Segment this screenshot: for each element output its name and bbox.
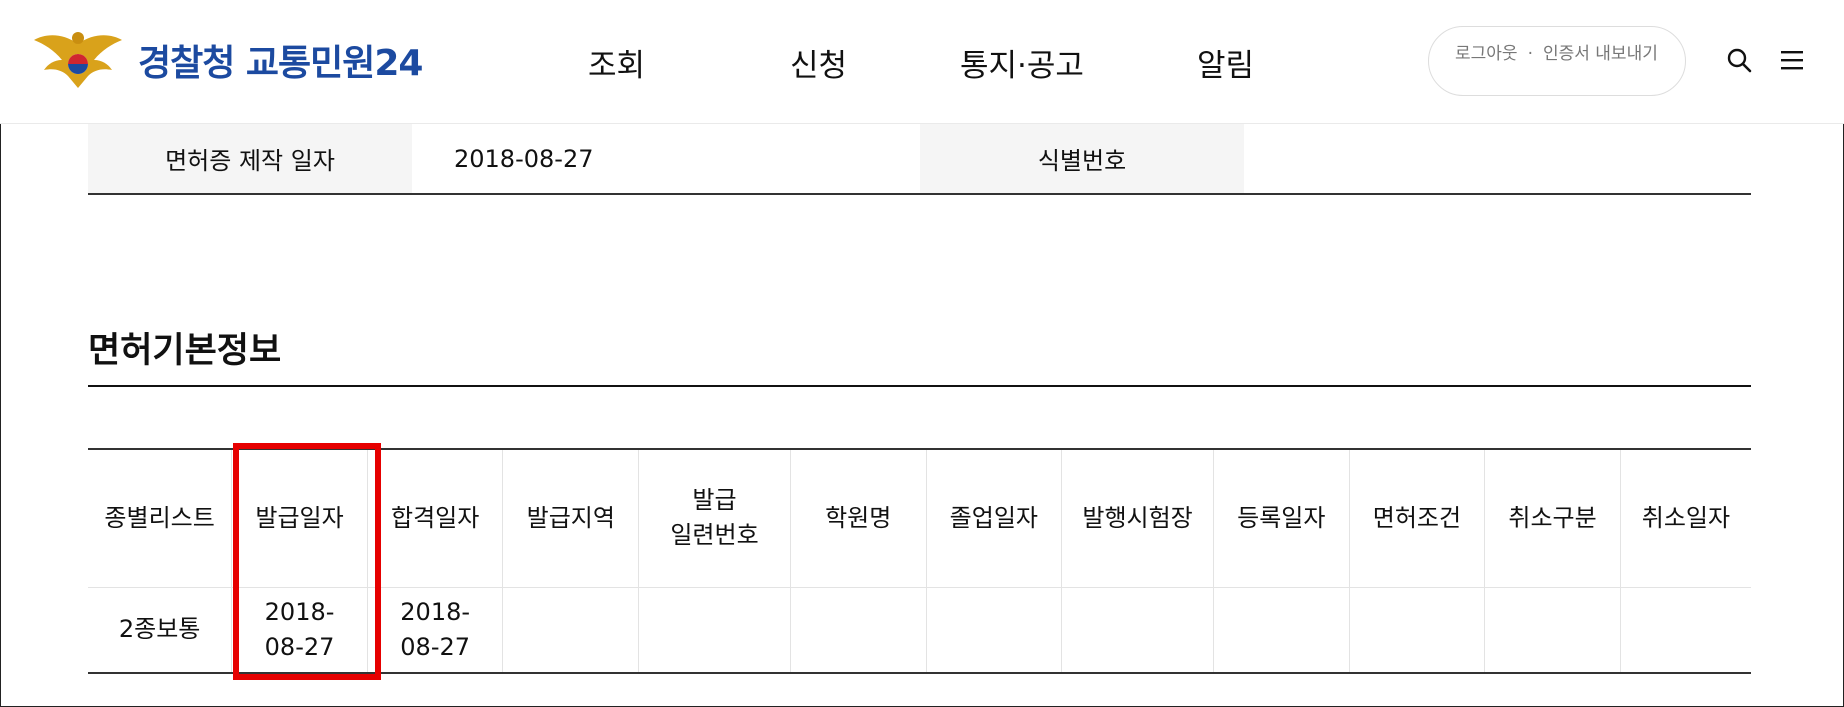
nav-notice[interactable]: 통지·공고: [960, 40, 1084, 85]
made-date-value: 2018-08-27: [454, 144, 594, 173]
col-header-cancel-type: 취소구분: [1484, 449, 1621, 587]
site-header: 경찰청 교통민원24 조회 신청 통지·공고 알림 로그아웃 · 인증서 내보내기: [0, 0, 1844, 124]
cell-pass-date: 2018- 08-27: [366, 587, 503, 673]
col-header-issue-region: 발급지역: [502, 449, 639, 587]
made-date-label: 면허증 제작 일자: [88, 124, 412, 193]
logout-link[interactable]: 로그아웃: [1455, 44, 1518, 64]
cell-cancel-date: [1619, 587, 1751, 673]
cell-issue-serial: [638, 587, 791, 673]
col-header-test-center: 발행시험장: [1061, 449, 1214, 587]
section-divider: [88, 385, 1751, 387]
auth-box: 로그아웃 · 인증서 내보내기: [1428, 26, 1686, 96]
cert-export-link[interactable]: 인증서 내보내기: [1543, 44, 1658, 64]
cell-school-name: [789, 587, 927, 673]
logo-text: 경찰청 교통민원24: [138, 43, 423, 84]
cell-issue-region: [502, 587, 639, 673]
cell-cancel-type: [1484, 587, 1621, 673]
col-header-school-name: 학원명: [789, 449, 927, 587]
col-header-cancel-date: 취소일자: [1619, 449, 1751, 587]
col-header-license-condition: 면허조건: [1348, 449, 1485, 587]
cell-register-date: [1212, 587, 1350, 673]
cell-graduation-date: [925, 587, 1062, 673]
hamburger-menu-icon[interactable]: [1780, 49, 1804, 71]
cell-type-list: 2종보통: [118, 615, 201, 644]
col-header-pass-date: 합격일자: [366, 449, 503, 587]
license-info-row: 면허증 제작 일자 2018-08-27 식별번호: [88, 124, 1751, 195]
cell-license-condition: [1348, 587, 1485, 673]
site-logo[interactable]: 경찰청 교통민원24: [32, 30, 423, 90]
nav-inquiry[interactable]: 조회: [588, 40, 645, 85]
separator-dot: ·: [1527, 44, 1533, 64]
police-emblem-icon: [34, 32, 122, 88]
col-header-graduation-date: 졸업일자: [925, 449, 1062, 587]
section-title: 면허기본정보: [88, 331, 282, 371]
col-header-register-date: 등록일자: [1212, 449, 1350, 587]
search-icon[interactable]: [1726, 47, 1752, 73]
nav-application[interactable]: 신청: [790, 40, 847, 85]
id-number-label: 식별번호: [920, 124, 1244, 193]
highlight-box-issue-date: [233, 443, 381, 680]
cell-test-center: [1061, 587, 1214, 673]
col-header-issue-serial: 발급 일련번호: [638, 449, 791, 587]
col-header-type-list: 종별리스트: [104, 503, 215, 532]
nav-alerts[interactable]: 알림: [1197, 40, 1254, 85]
